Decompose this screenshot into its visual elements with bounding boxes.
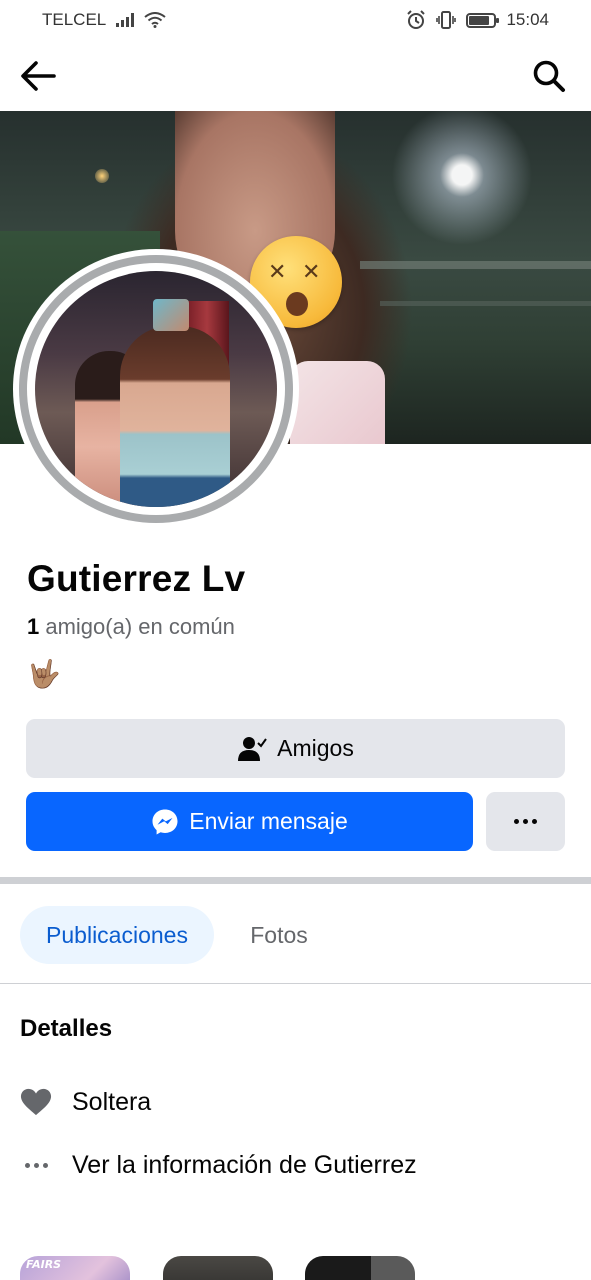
details-heading: Detalles bbox=[20, 1015, 113, 1042]
top-app-bar bbox=[0, 40, 591, 110]
friend-check-icon bbox=[238, 736, 267, 761]
back-arrow-icon bbox=[21, 61, 56, 91]
status-bar: TELCEL 15:04 bbox=[0, 0, 591, 40]
detail-relationship: Soltera bbox=[20, 1087, 151, 1117]
search-icon bbox=[533, 60, 565, 92]
wifi-icon bbox=[144, 12, 166, 28]
messenger-icon bbox=[152, 809, 178, 834]
send-message-button[interactable]: Enviar mensaje bbox=[26, 792, 473, 851]
friends-button-label: Amigos bbox=[277, 735, 354, 761]
thumbnail-label: FAIRS bbox=[26, 1258, 62, 1271]
search-button[interactable] bbox=[527, 54, 571, 98]
tab-publicaciones[interactable]: Publicaciones bbox=[20, 906, 214, 964]
heart-icon bbox=[20, 1087, 52, 1117]
mutual-friends[interactable]: 1 amigo(a) en común bbox=[27, 614, 235, 640]
mutual-label: amigo(a) en común bbox=[39, 614, 235, 639]
cover-clothing bbox=[290, 361, 385, 444]
vibrate-icon bbox=[436, 11, 457, 29]
clock-time: 15:04 bbox=[506, 10, 549, 29]
see-about-label: Ver la información de Gutierrez bbox=[72, 1151, 417, 1179]
cover-light bbox=[95, 169, 109, 183]
tab-fotos[interactable]: Fotos bbox=[226, 906, 332, 964]
avatar bbox=[35, 271, 277, 507]
relationship-status: Soltera bbox=[72, 1087, 152, 1116]
more-dots-icon bbox=[514, 819, 537, 824]
featured-thumbnail[interactable] bbox=[305, 1256, 415, 1280]
alarm-icon bbox=[407, 10, 426, 29]
bio-emoji: 🤟🏽 bbox=[27, 659, 61, 690]
friends-button[interactable]: Amigos bbox=[26, 719, 565, 778]
profile-name: Gutierrez Lv bbox=[27, 558, 246, 599]
tabs-divider bbox=[0, 983, 591, 984]
section-divider bbox=[0, 877, 591, 884]
avatar-person bbox=[120, 326, 230, 507]
see-about-info[interactable]: Ver la información de Gutierrez bbox=[20, 1151, 417, 1180]
back-button[interactable] bbox=[16, 54, 60, 98]
battery-icon bbox=[466, 12, 500, 28]
profile-picture[interactable] bbox=[13, 249, 299, 529]
cover-railing bbox=[380, 301, 591, 306]
mutual-count: 1 bbox=[27, 614, 40, 639]
story-ring bbox=[19, 255, 293, 523]
avatar-sticker bbox=[153, 299, 189, 331]
signal-icon bbox=[116, 13, 135, 27]
carrier-label: TELCEL bbox=[42, 10, 107, 29]
send-message-label: Enviar mensaje bbox=[189, 808, 348, 834]
more-options-button[interactable] bbox=[486, 792, 565, 851]
cover-railing bbox=[360, 261, 591, 269]
featured-thumbnail[interactable] bbox=[163, 1256, 273, 1280]
featured-thumbnail[interactable]: FAIRS bbox=[20, 1256, 130, 1280]
more-dots-icon bbox=[20, 1163, 52, 1168]
